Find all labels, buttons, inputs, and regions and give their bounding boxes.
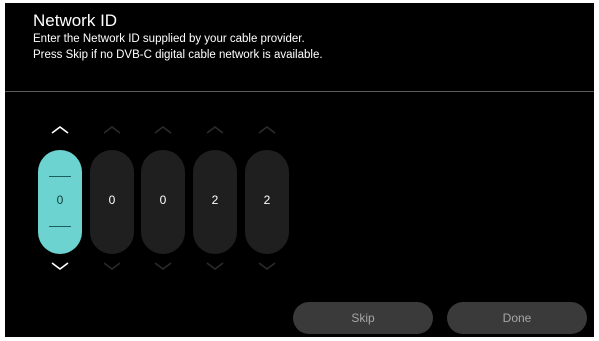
digit-selector-5[interactable]: 2	[245, 150, 289, 254]
digit-column-5[interactable]: 2	[245, 125, 289, 277]
chevron-down-icon[interactable]	[193, 261, 237, 277]
digit-value-4: 2	[211, 193, 219, 207]
chevron-up-icon[interactable]	[141, 125, 185, 141]
page-title: Network ID	[33, 11, 118, 30]
selection-line-top	[49, 176, 71, 177]
digit-value-1: 0	[56, 193, 64, 207]
chevron-up-icon[interactable]	[193, 125, 237, 141]
skip-button[interactable]: Skip	[293, 302, 433, 334]
digit-selector-3[interactable]: 0	[141, 150, 185, 254]
digit-value-3: 0	[159, 193, 167, 207]
header-divider	[5, 91, 594, 92]
chevron-down-icon[interactable]	[38, 261, 82, 277]
chevron-down-icon[interactable]	[141, 261, 185, 277]
instruction-line-2: Press Skip if no DVB-C digital cable net…	[33, 49, 323, 61]
digit-selector-4[interactable]: 2	[193, 150, 237, 254]
digit-value-2: 0	[108, 193, 116, 207]
chevron-up-icon[interactable]	[245, 125, 289, 141]
digit-value-5: 2	[263, 193, 271, 207]
selection-line-bottom	[49, 226, 71, 227]
instruction-line-1: Enter the Network ID supplied by your ca…	[33, 33, 305, 45]
digit-column-2[interactable]: 0	[90, 125, 134, 277]
chevron-down-icon[interactable]	[245, 261, 289, 277]
digit-column-1[interactable]: 0	[38, 125, 82, 277]
network-id-screen: Network ID Enter the Network ID supplied…	[5, 3, 594, 337]
chevron-down-icon[interactable]	[90, 261, 134, 277]
done-button[interactable]: Done	[447, 302, 587, 334]
digit-column-3[interactable]: 0	[141, 125, 185, 277]
digit-column-4[interactable]: 2	[193, 125, 237, 277]
digit-selector-2[interactable]: 0	[90, 150, 134, 254]
header: Network ID Enter the Network ID supplied…	[33, 11, 574, 63]
chevron-up-icon[interactable]	[38, 125, 82, 141]
chevron-up-icon[interactable]	[90, 125, 134, 141]
digit-selector-1[interactable]: 0	[38, 150, 82, 254]
